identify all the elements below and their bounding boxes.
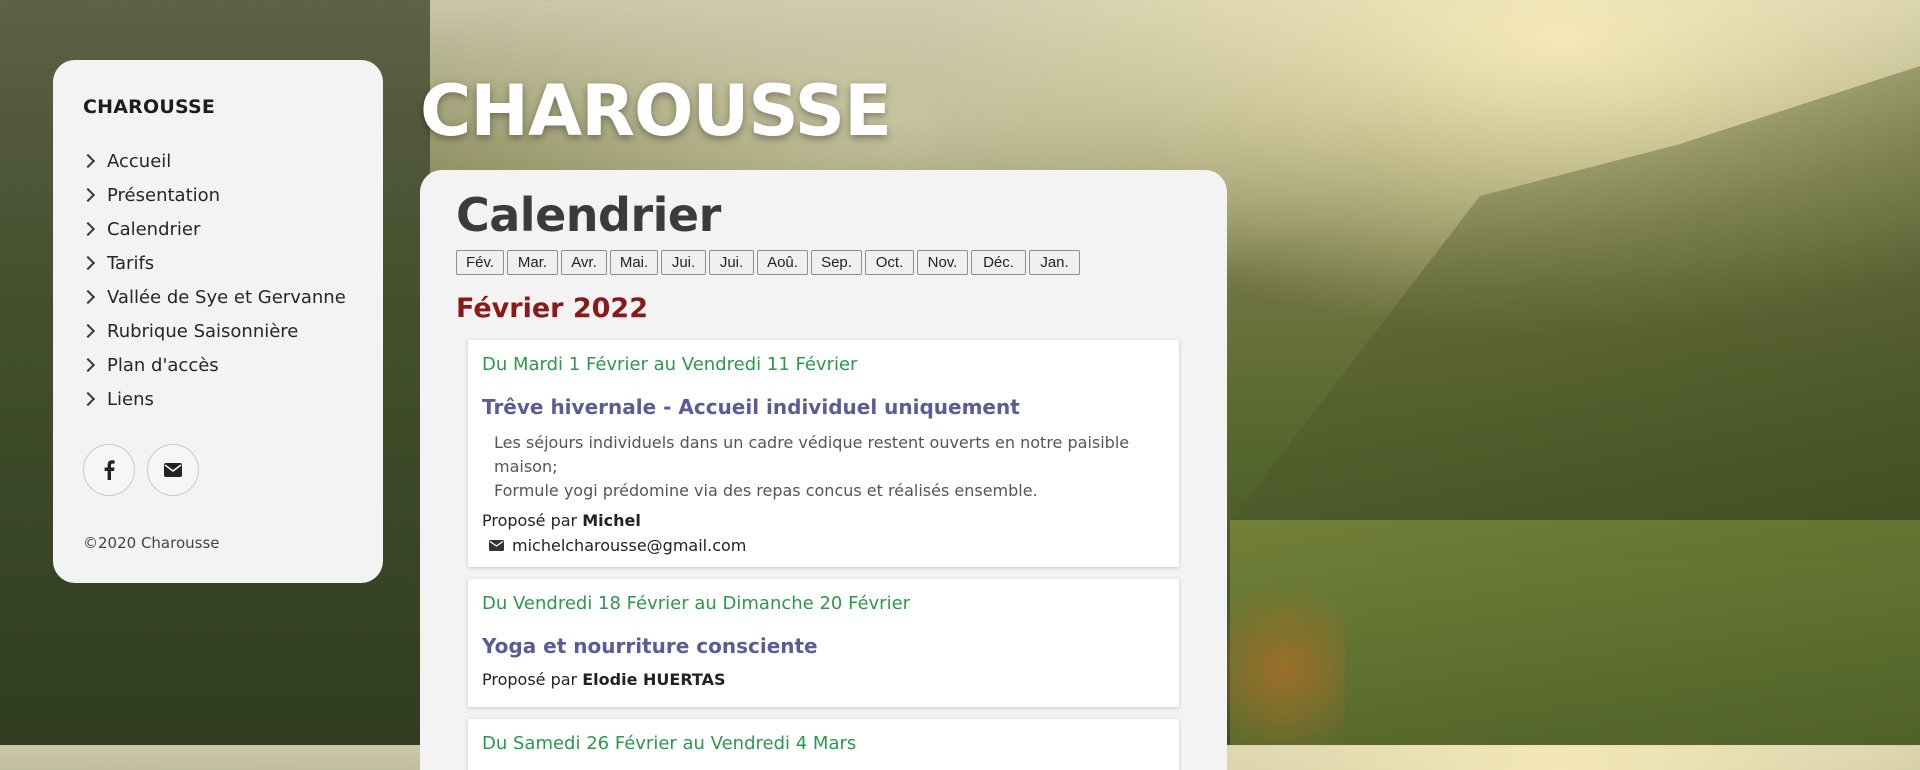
event-author-prefix: Proposé par [482,670,578,689]
page-title: Calendrier [456,188,721,242]
chevron-right-icon [80,153,96,169]
month-button-jan[interactable]: Jan. [1029,250,1080,275]
event-dates: Du Vendredi 18 Février au Dimanche 20 Fé… [482,593,911,614]
sidebar-item-rubrique[interactable]: Rubrique Saisonnière [80,314,353,348]
event-title-link[interactable]: Trêve hivernale - Accueil individuel uni… [482,395,1165,419]
event-title-link[interactable]: Yoga et nourriture consciente [482,634,1165,658]
chevron-right-icon [80,187,96,203]
sidebar-item-label: Rubrique Saisonnière [107,320,299,342]
month-button-aou[interactable]: Aoû. [757,250,808,275]
sidebar-item-label: Tarifs [107,252,155,274]
event-description-line: Les séjours individuels dans un cadre vé… [494,433,1130,476]
social-links [83,444,353,496]
event-dates: Du Mardi 1 Février au Vendredi 11 Févrie… [482,354,858,375]
month-button-avr[interactable]: Avr. [561,250,607,275]
chevron-right-icon [80,391,96,407]
sidebar-item-tarifs[interactable]: Tarifs [80,246,353,280]
sidebar-site-name[interactable]: CHAROUSSE [83,96,353,118]
sidebar-item-liens[interactable]: Liens [80,382,353,416]
sidebar: CHAROUSSE Accueil Présentation Calendrie… [53,60,383,583]
sidebar-item-label: Accueil [107,150,172,172]
sidebar-item-calendrier[interactable]: Calendrier [80,212,353,246]
event-author-prefix: Proposé par [482,511,578,530]
event-card: Du Mardi 1 Février au Vendredi 11 Févrie… [468,340,1179,567]
month-button-juin[interactable]: Jui. [661,250,706,275]
sidebar-item-label: Liens [107,388,154,410]
event-description: Les séjours individuels dans un cadre vé… [494,431,1165,503]
month-button-mai[interactable]: Mai. [610,250,658,275]
chevron-right-icon [80,357,96,373]
month-heading: Février 2022 [456,293,649,324]
event-contact: michelcharousse@gmail.com [489,536,1165,555]
chevron-right-icon [80,289,96,305]
sidebar-item-label: Plan d'accès [107,354,219,376]
chevron-right-icon [80,221,96,237]
event-card: Du Vendredi 18 Février au Dimanche 20 Fé… [468,579,1179,707]
copyright-text: ©2020 Charousse [83,534,220,552]
sidebar-item-presentation[interactable]: Présentation [80,178,353,212]
site-title: CHAROUSSE [420,70,892,152]
month-button-fev[interactable]: Fév. [456,250,504,275]
email-button[interactable] [147,444,199,496]
sidebar-item-label: Calendrier [107,218,201,240]
event-email-link[interactable]: michelcharousse@gmail.com [512,536,746,555]
sidebar-item-plan-acces[interactable]: Plan d'accès [80,348,353,382]
month-button-sep[interactable]: Sep. [811,250,862,275]
event-author-name: Elodie HUERTAS [582,670,726,689]
chevron-right-icon [80,255,96,271]
sidebar-item-vallee[interactable]: Vallée de Sye et Gervanne [80,280,353,314]
event-description-line: Formule yogi prédomine via des repas con… [494,481,1038,500]
sidebar-item-label: Présentation [107,184,221,206]
facebook-button[interactable] [83,444,135,496]
main-content: Calendrier Fév. Mar. Avr. Mai. Jui. Jui.… [420,170,1227,770]
chevron-right-icon [80,323,96,339]
month-nav: Fév. Mar. Avr. Mai. Jui. Jui. Aoû. Sep. … [456,250,1191,275]
month-button-mar[interactable]: Mar. [507,250,558,275]
event-author: Proposé par Elodie HUERTAS [482,670,1165,689]
background-trees [1225,560,1345,745]
event-author-name: Michel [582,511,641,530]
month-button-juil[interactable]: Jui. [709,250,754,275]
event-author: Proposé par Michel [482,511,1165,530]
month-button-oct[interactable]: Oct. [865,250,914,275]
envelope-icon [489,540,504,551]
background-mountain [1200,40,1920,560]
sidebar-item-accueil[interactable]: Accueil [80,144,353,178]
facebook-icon [104,460,115,480]
month-button-dec[interactable]: Déc. [971,250,1026,275]
sidebar-nav: Accueil Présentation Calendrier Tarifs V… [80,144,353,416]
event-dates: Du Samedi 26 Février au Vendredi 4 Mars [482,733,857,754]
envelope-icon [164,463,182,477]
month-button-nov[interactable]: Nov. [917,250,968,275]
sidebar-item-label: Vallée de Sye et Gervanne [107,286,346,308]
